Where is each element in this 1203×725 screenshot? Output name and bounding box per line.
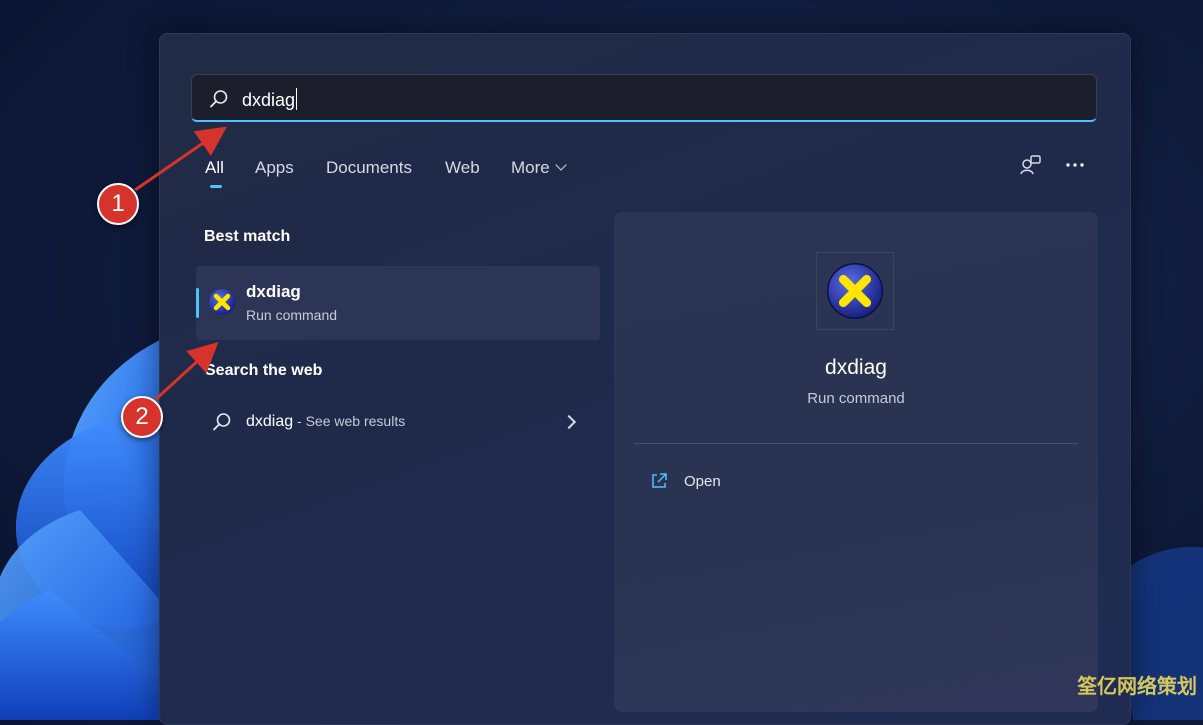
- search-box[interactable]: dxdiag: [191, 74, 1097, 122]
- search-icon: [210, 90, 228, 108]
- chevron-down-icon: [555, 159, 567, 171]
- web-search-result[interactable]: dxdiag - See web results: [196, 400, 600, 444]
- search-query: dxdiag: [242, 90, 296, 110]
- search-icon: [213, 413, 231, 431]
- account-switch-icon[interactable]: [1019, 154, 1043, 176]
- search-web-heading: Search the web: [205, 362, 323, 379]
- tab-documents[interactable]: Documents: [326, 158, 412, 178]
- more-options-icon[interactable]: [1065, 160, 1085, 170]
- text-caret: [296, 88, 298, 110]
- result-type: Run command: [246, 307, 338, 323]
- dxdiag-app-icon: [816, 252, 894, 330]
- best-match-heading: Best match: [204, 228, 291, 245]
- detail-divider: [634, 443, 1078, 444]
- web-query: dxdiag: [246, 413, 294, 430]
- open-action-label: Open: [684, 473, 721, 490]
- tab-more-label: More: [511, 158, 550, 177]
- chevron-right-icon: [561, 414, 577, 430]
- dxdiag-app-icon: [209, 289, 235, 315]
- detail-pane: dxdiag Run command Open: [614, 212, 1098, 712]
- open-external-icon: [652, 473, 667, 488]
- web-results-hint: - See web results: [293, 413, 406, 429]
- detail-subtitle: Run command: [807, 390, 905, 407]
- tab-all[interactable]: All: [205, 158, 224, 178]
- web-query-text: dxdiag - See web results: [246, 413, 405, 431]
- tab-apps[interactable]: Apps: [255, 158, 294, 178]
- detail-title: dxdiag: [825, 356, 887, 379]
- best-match-result[interactable]: dxdiag Run command: [196, 266, 600, 340]
- search-input[interactable]: dxdiag: [242, 88, 298, 111]
- tab-web[interactable]: Web: [445, 158, 480, 178]
- tab-more[interactable]: More: [511, 158, 567, 178]
- annotation-marker-2: 2: [121, 396, 163, 438]
- selection-indicator: [196, 288, 199, 318]
- active-tab-indicator: [210, 185, 222, 188]
- result-name: dxdiag: [246, 282, 301, 301]
- watermark: 筌亿网络策划: [1077, 676, 1197, 698]
- annotation-marker-1: 1: [97, 183, 139, 225]
